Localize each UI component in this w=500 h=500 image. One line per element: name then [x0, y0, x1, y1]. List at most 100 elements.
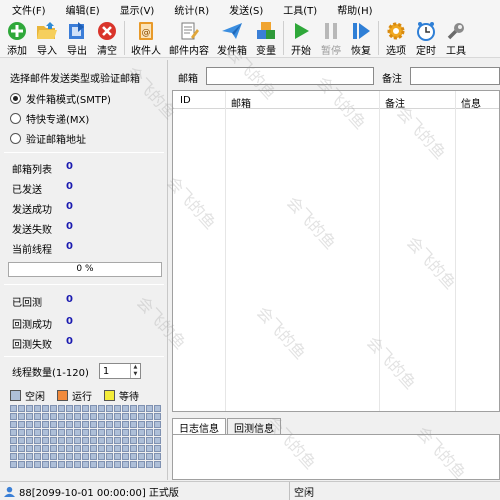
- menu-stats[interactable]: 统计(R): [162, 2, 217, 17]
- column-id[interactable]: ID: [180, 95, 191, 106]
- thread-cell-idle: [42, 453, 49, 460]
- thread-cell-idle: [82, 453, 89, 460]
- recipient-button[interactable]: @ 收件人: [127, 18, 165, 58]
- email-table[interactable]: ID 邮箱 备注 信息: [172, 90, 500, 412]
- thread-cell-idle: [26, 461, 33, 468]
- timer-button[interactable]: 定时: [411, 18, 441, 58]
- options-button[interactable]: 选项: [381, 18, 411, 58]
- column-note[interactable]: 备注: [385, 95, 405, 110]
- resume-icon: [350, 20, 372, 42]
- stat-reply-success: 回测成功 0: [12, 316, 73, 331]
- radio-mx[interactable]: 特快专递(MX): [10, 111, 89, 126]
- thread-cell-idle: [138, 405, 145, 412]
- tab-log[interactable]: 日志信息: [172, 418, 226, 435]
- menu-view[interactable]: 显示(V): [108, 2, 163, 17]
- thread-cell-idle: [18, 421, 25, 428]
- clock-icon: [415, 20, 437, 42]
- thread-cell-idle: [146, 421, 153, 428]
- radio-smtp[interactable]: 发件箱模式(SMTP): [10, 91, 111, 106]
- outbox-button[interactable]: 发件箱: [213, 18, 251, 58]
- thread-cell-idle: [66, 453, 73, 460]
- status-license: 88[2099-10-01 00:00:00] 正式版: [19, 487, 179, 499]
- add-button[interactable]: 添加: [2, 18, 32, 58]
- thread-cell-idle: [130, 437, 137, 444]
- thread-cell-idle: [154, 421, 161, 428]
- stat-value: 0: [66, 336, 73, 347]
- note-filter-input[interactable]: [410, 67, 500, 85]
- outbox-label: 发件箱: [217, 46, 247, 57]
- thread-count-stepper[interactable]: 1 ▲ ▼: [98, 363, 141, 379]
- stepper-arrows[interactable]: ▲ ▼: [129, 364, 140, 378]
- chevron-up-icon[interactable]: ▲: [133, 365, 137, 370]
- thread-cell-idle: [26, 413, 33, 420]
- email-filter-input[interactable]: [206, 67, 374, 85]
- thread-cell-idle: [90, 453, 97, 460]
- chevron-down-icon[interactable]: ▼: [133, 372, 137, 377]
- thread-cell-idle: [98, 461, 105, 468]
- thread-cell-idle: [98, 445, 105, 452]
- thread-cell-idle: [34, 445, 41, 452]
- thread-cell-idle: [154, 461, 161, 468]
- tools-button[interactable]: 工具: [441, 18, 471, 58]
- thread-cell-idle: [146, 453, 153, 460]
- thread-count-value: 1: [102, 365, 110, 377]
- column-email[interactable]: 邮箱: [231, 95, 251, 110]
- log-output[interactable]: [172, 434, 500, 480]
- thread-cell-idle: [146, 461, 153, 468]
- radio-verify[interactable]: 验证邮箱地址: [10, 131, 86, 146]
- thread-cell-idle: [42, 405, 49, 412]
- menu-file[interactable]: 文件(F): [0, 2, 54, 17]
- thread-cell-idle: [18, 453, 25, 460]
- thread-cell-idle: [50, 421, 57, 428]
- column-info[interactable]: 信息: [461, 95, 481, 110]
- import-label: 导入: [37, 46, 57, 57]
- thread-cell-idle: [66, 413, 73, 420]
- options-label: 选项: [386, 46, 406, 57]
- thread-cell-idle: [122, 453, 129, 460]
- variable-label: 变量: [256, 46, 276, 57]
- thread-cell-idle: [10, 453, 17, 460]
- thread-cell-idle: [58, 461, 65, 468]
- thread-cell-idle: [26, 453, 33, 460]
- menu-help[interactable]: 帮助(H): [325, 2, 380, 17]
- thread-cell-idle: [122, 429, 129, 436]
- thread-cell-idle: [82, 413, 89, 420]
- thread-cell-idle: [138, 461, 145, 468]
- stat-value: 0: [66, 161, 73, 172]
- start-button[interactable]: 开始: [286, 18, 316, 58]
- menu-tools[interactable]: 工具(T): [271, 2, 325, 17]
- export-label: 导出: [67, 46, 87, 57]
- clear-button[interactable]: 清空: [92, 18, 122, 58]
- thread-cell-idle: [34, 461, 41, 468]
- thread-cell-idle: [18, 437, 25, 444]
- mail-content-button[interactable]: 邮件内容: [165, 18, 213, 58]
- resume-button[interactable]: 恢复: [346, 18, 376, 58]
- thread-cell-idle: [114, 437, 121, 444]
- variable-button[interactable]: 变量: [251, 18, 281, 58]
- variable-icon: [255, 20, 277, 42]
- divider: [4, 152, 164, 153]
- thread-cell-idle: [138, 445, 145, 452]
- thread-status-grid: [10, 405, 161, 468]
- thread-cell-idle: [74, 405, 81, 412]
- mail-content-label: 邮件内容: [169, 46, 209, 57]
- thread-cell-idle: [10, 461, 17, 468]
- thread-cell-idle: [26, 445, 33, 452]
- thread-cell-idle: [114, 445, 121, 452]
- column-divider: [455, 91, 456, 411]
- stat-sent: 已发送 0: [12, 181, 73, 196]
- thread-cell-idle: [146, 445, 153, 452]
- legend-idle: 空闲: [10, 388, 45, 403]
- user-icon: [4, 486, 15, 497]
- menu-send[interactable]: 发送(S): [217, 2, 271, 17]
- menu-edit[interactable]: 编辑(E): [54, 2, 108, 17]
- thread-cell-idle: [90, 421, 97, 428]
- pause-button[interactable]: 暂停: [316, 18, 346, 58]
- radio-dot-selected: [10, 93, 21, 104]
- thread-cell-idle: [130, 413, 137, 420]
- thread-cell-idle: [50, 413, 57, 420]
- tab-reply-test[interactable]: 回测信息: [227, 418, 281, 435]
- clear-label: 清空: [97, 46, 117, 57]
- import-button[interactable]: 导入: [32, 18, 62, 58]
- export-button[interactable]: 导出: [62, 18, 92, 58]
